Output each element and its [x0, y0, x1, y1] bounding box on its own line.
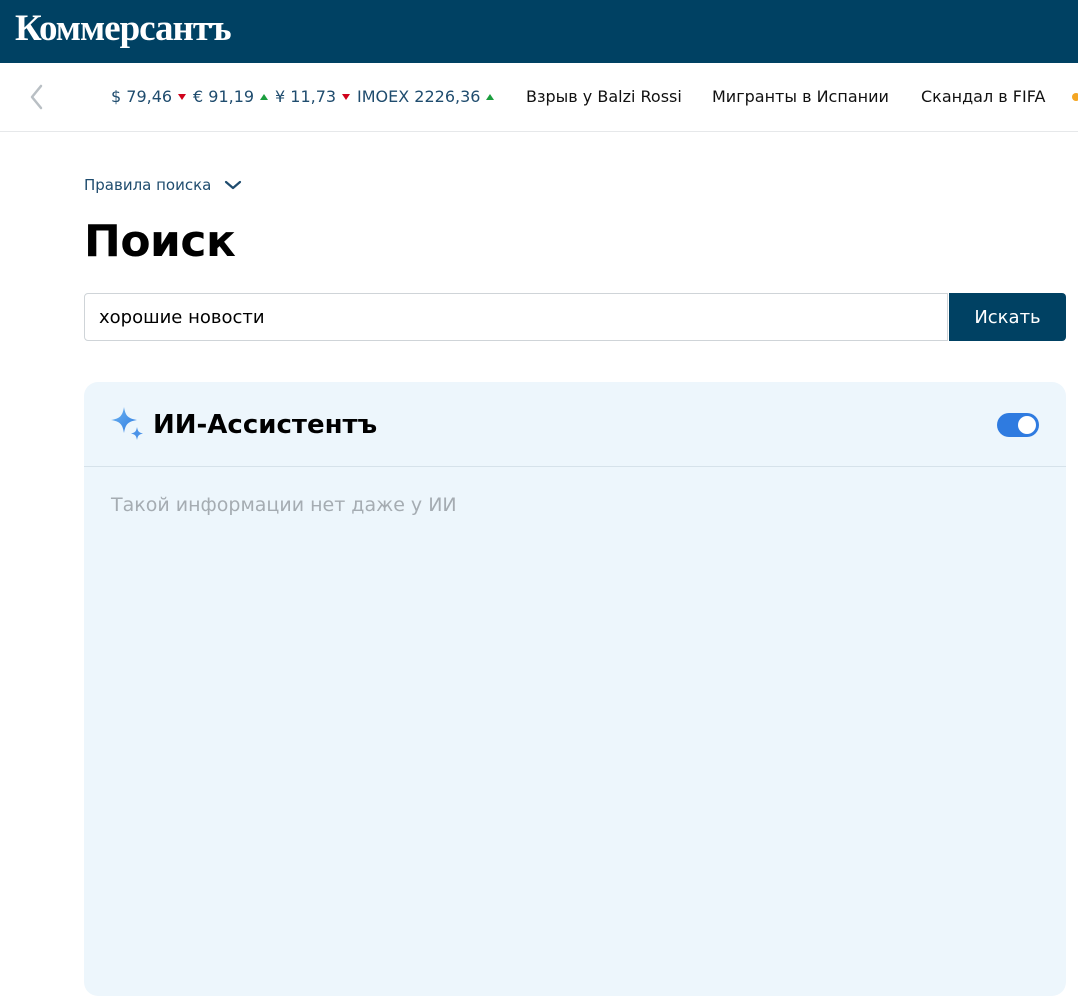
site-logo[interactable]: Коммерсантъ: [15, 7, 232, 51]
ai-assistant-panel: ИИ-Ассистентъ Такой информации нет даже …: [84, 382, 1066, 996]
search-button[interactable]: Искать: [949, 293, 1066, 341]
news-link-fifa-scandal[interactable]: Скандал в FIFA: [921, 87, 1045, 107]
news-link-migrants-spain[interactable]: Мигранты в Испании: [712, 87, 889, 107]
toggle-knob: [1018, 416, 1036, 434]
quote-cny[interactable]: ¥ 11,73: [275, 87, 351, 107]
ai-assistant-header: ИИ-Ассистентъ: [84, 382, 1066, 467]
trend-up-icon: [260, 94, 269, 100]
trend-up-icon: [486, 94, 495, 100]
search-rules-link[interactable]: Правила поиска: [84, 175, 211, 195]
news-link-balzi-rossi[interactable]: Взрыв у Balzi Rossi: [526, 87, 682, 107]
quote-eur-label: € 91,19: [193, 87, 255, 106]
ai-assistant-title: ИИ-Ассистентъ: [153, 410, 378, 440]
quote-eur[interactable]: € 91,19: [193, 87, 269, 107]
quote-imoex-label: IMOEX 2226,36: [357, 87, 481, 106]
ticker-bar: $ 79,46 € 91,19 ¥ 11,73 IMOEX 2226,36 Вз…: [0, 63, 1078, 132]
chevron-left-icon[interactable]: [24, 81, 52, 113]
ai-assistant-toggle[interactable]: [997, 413, 1039, 437]
trend-down-icon: [178, 94, 187, 100]
ticker-next-indicator[interactable]: [1072, 93, 1078, 101]
chevron-down-icon[interactable]: [224, 176, 242, 194]
quote-cny-label: ¥ 11,73: [275, 87, 337, 106]
quote-imoex[interactable]: IMOEX 2226,36: [357, 87, 495, 107]
trend-down-icon: [342, 94, 351, 100]
ai-assistant-message: Такой информации нет даже у ИИ: [111, 494, 457, 516]
quote-usd-label: $ 79,46: [111, 87, 173, 106]
sparkle-icon: [110, 406, 144, 442]
page-title: Поиск: [84, 216, 236, 267]
quote-usd[interactable]: $ 79,46: [111, 87, 187, 107]
site-header: Коммерсантъ: [0, 0, 1078, 63]
search-input[interactable]: [84, 293, 948, 341]
